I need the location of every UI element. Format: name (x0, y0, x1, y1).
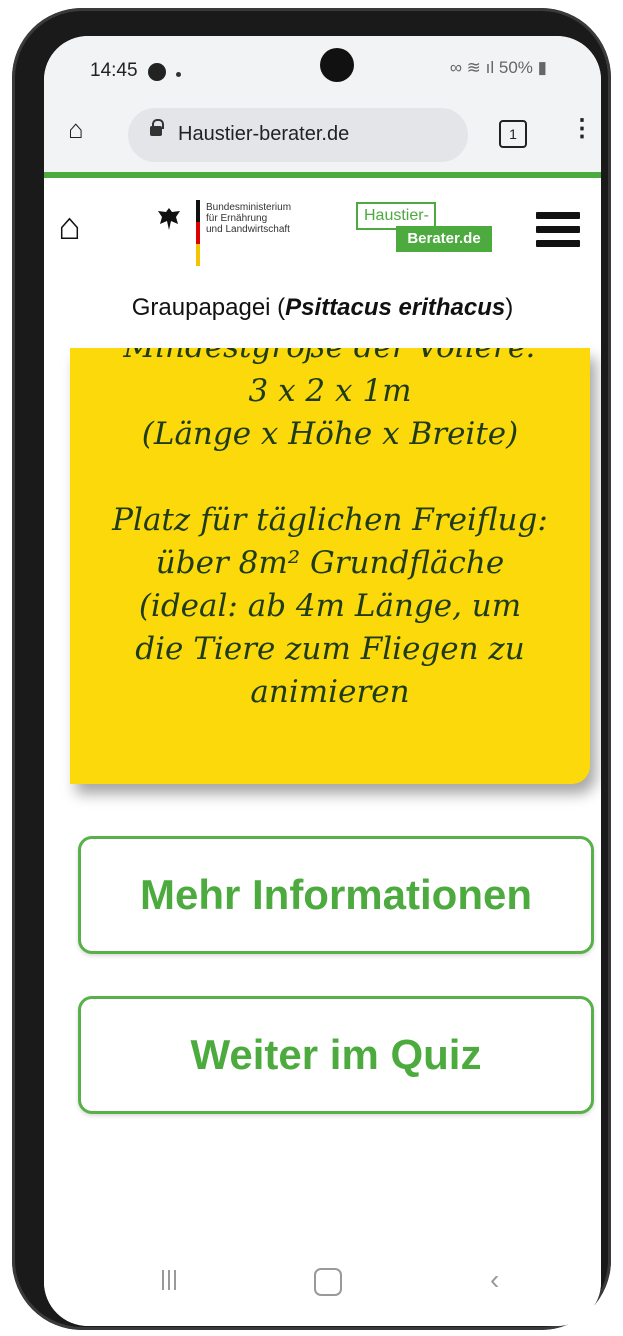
battery-level: ∞ ≋ ıl 50% ▮ (449, 58, 547, 77)
status-bar: 14:45 ∞ ≋ ıl 50% ▮ (44, 36, 601, 96)
recent-apps-icon[interactable] (162, 1270, 180, 1292)
ministry-line-3: und Landwirtschaft (206, 224, 290, 235)
battery-percent: 50% (498, 58, 533, 77)
note-line: über 8m² Grundfläche (155, 545, 505, 581)
android-nav-bar: ‹ (44, 1246, 601, 1326)
back-nav-icon[interactable]: ‹ (490, 1264, 499, 1296)
ministry-logo-text[interactable]: Bundesministerium für Ernährung und Land… (206, 202, 326, 235)
notification-dot-icon (176, 72, 181, 77)
note-cut-line: Mindestgröße der Voliere: (123, 329, 537, 365)
page-title: Graupapagei (Psittacus erithacus) (44, 294, 601, 322)
note-line: (ideal: ab 4m Länge, um (138, 588, 522, 624)
note-body: 3 x 2 x 1m (Länge x Höhe x Breite) Platz… (70, 370, 590, 714)
spotify-icon (148, 63, 166, 81)
ministry-line-2: für Ernährung (206, 213, 268, 224)
ministry-line-1: Bundesministerium (206, 202, 292, 213)
note-line: 3 x 2 x 1m (248, 373, 412, 409)
note-line: animieren (250, 674, 410, 710)
browser-home-icon[interactable]: ⌂ (68, 114, 84, 145)
more-info-button[interactable]: Mehr Informationen (78, 836, 594, 954)
sticky-note: Mindestgröße der Voliere: 3 x 2 x 1m (Lä… (70, 348, 590, 784)
front-camera (320, 48, 354, 82)
phone-frame: 14:45 ∞ ≋ ıl 50% ▮ ⌂ Haustier-berater.de… (12, 8, 611, 1330)
signal-icons: ∞ ≋ ıl (449, 58, 499, 77)
browser-toolbar: ⌂ Haustier-berater.de 1 ⋮ (44, 96, 601, 178)
note-line: die Tiere zum Fliegen zu (135, 631, 525, 667)
tab-switcher-button[interactable]: 1 (499, 120, 527, 148)
continue-quiz-button[interactable]: Weiter im Quiz (78, 996, 594, 1114)
note-line: Platz für täglichen Freiflug: (112, 502, 548, 538)
address-bar[interactable]: Haustier-berater.de (128, 108, 468, 162)
phone-screen: 14:45 ∞ ≋ ıl 50% ▮ ⌂ Haustier-berater.de… (44, 36, 601, 1326)
title-latin-name: Psittacus erithacus (285, 294, 506, 321)
site-logo-bottom[interactable]: Berater.de (396, 226, 492, 252)
note-line: (Länge x Höhe x Breite) (141, 416, 519, 452)
title-common-name: Graupapagei ( (131, 294, 286, 321)
lock-icon (150, 119, 164, 136)
browser-menu-icon[interactable]: ⋮ (570, 114, 594, 143)
status-time: 14:45 (90, 60, 138, 81)
site-home-icon[interactable]: ⌂ (58, 206, 81, 249)
home-nav-icon[interactable] (314, 1268, 342, 1296)
url-text: Haustier-berater.de (178, 123, 350, 145)
title-close-paren: ) (505, 294, 514, 321)
german-flag-bar (196, 200, 200, 266)
federal-eagle-icon (158, 208, 180, 230)
hamburger-menu-icon[interactable] (536, 212, 580, 254)
